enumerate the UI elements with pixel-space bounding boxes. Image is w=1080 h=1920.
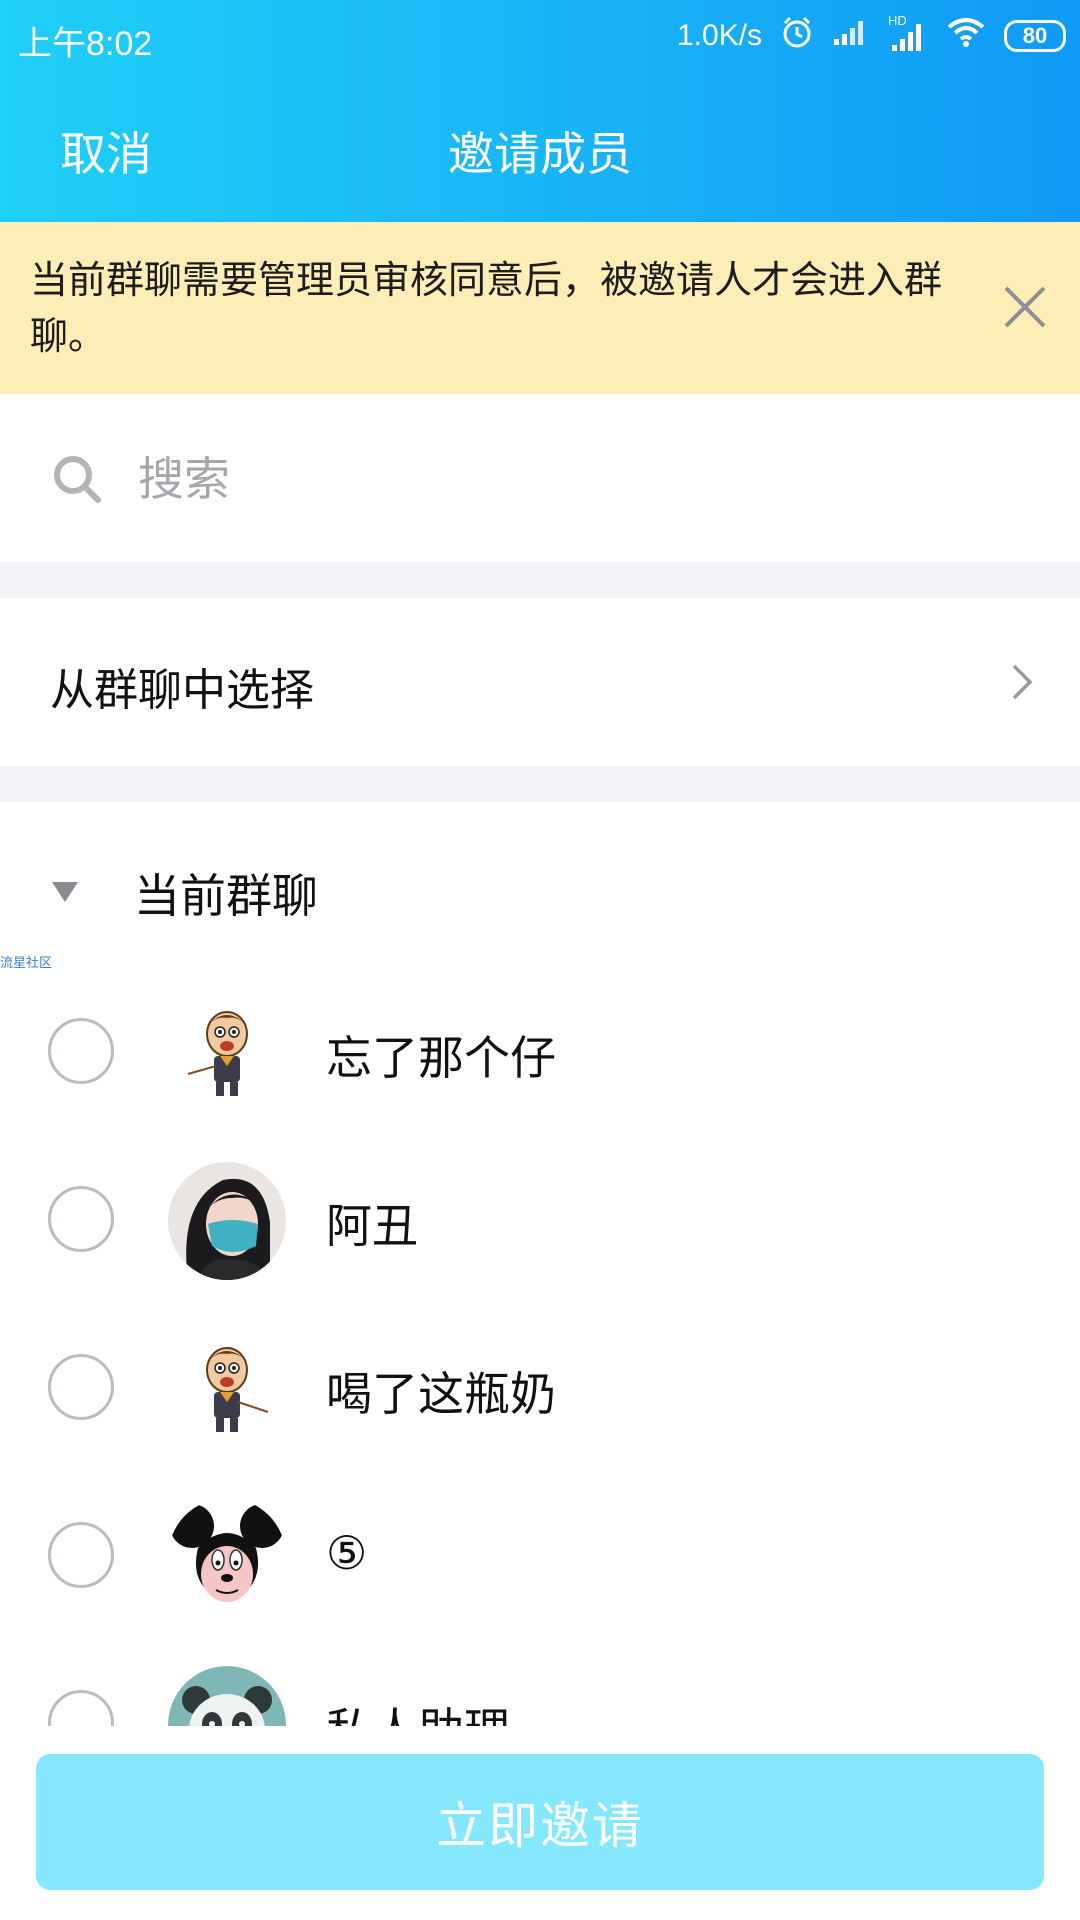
select-radio[interactable]	[48, 1018, 114, 1084]
battery-icon: 80	[1004, 20, 1066, 52]
avatar-cartoon-mouse-icon	[168, 1498, 286, 1616]
member-list: 忘了那个仔 阿丑 喝了这瓶奶 ⑤	[0, 970, 1080, 1726]
search-bar	[0, 394, 1080, 562]
alarm-icon	[780, 15, 814, 57]
bottom-action-bar: 立即邀请	[0, 1726, 1080, 1920]
member-name: 喝了这瓶奶	[326, 1367, 556, 1421]
network-speed: 1.0K/s	[676, 19, 762, 52]
search-input[interactable]	[138, 444, 1018, 514]
member-row[interactable]: 阿丑	[0, 1138, 1080, 1306]
status-bar: 上午8:02 1.0K/s HD 80	[0, 0, 1080, 72]
member-row[interactable]: 忘了那个仔	[0, 970, 1080, 1138]
invite-now-button[interactable]: 立即邀请	[36, 1754, 1044, 1890]
page-title: 邀请成员	[448, 127, 632, 181]
member-name: ⑤	[326, 1526, 368, 1580]
select-radio[interactable]	[48, 1354, 114, 1420]
member-name: 私人助理	[326, 1694, 510, 1726]
search-icon	[50, 452, 106, 508]
select-radio[interactable]	[48, 1690, 114, 1726]
current-group-title: 当前群聊	[134, 869, 318, 923]
member-row[interactable]: 私人助理	[0, 1642, 1080, 1726]
avatar-cartoon-panda-icon	[168, 1666, 286, 1726]
watermark-text: 流星社区	[0, 956, 53, 971]
signal-hd-icon: HD	[888, 13, 928, 53]
select-radio[interactable]	[48, 1186, 114, 1252]
notice-text: 当前群聊需要管理员审核同意后，被邀请人才会进入群聊。	[30, 258, 943, 358]
header-bar: 上午8:02 1.0K/s HD 80 取消 邀请成员	[0, 0, 1080, 222]
member-name: 忘了那个仔	[326, 1031, 556, 1085]
section-divider	[0, 766, 1080, 802]
current-group-header[interactable]: 当前群聊	[0, 802, 1080, 972]
avatar-photo-icon	[168, 1162, 286, 1280]
signal-icon	[832, 17, 870, 55]
status-icons: 1.0K/s HD 80	[676, 13, 1066, 58]
select-radio[interactable]	[48, 1522, 114, 1588]
member-row[interactable]: 喝了这瓶奶	[0, 1306, 1080, 1474]
collapse-triangle-icon	[52, 882, 78, 902]
member-name: 阿丑	[326, 1199, 418, 1253]
member-row[interactable]: ⑤	[0, 1474, 1080, 1642]
review-notice-banner: 当前群聊需要管理员审核同意后，被邀请人才会进入群聊。	[0, 222, 1080, 394]
chevron-right-icon	[1010, 662, 1034, 702]
avatar-cartoon-boy-icon	[168, 994, 286, 1112]
close-icon[interactable]	[1000, 282, 1050, 332]
select-from-group-row[interactable]: 从群聊中选择	[0, 598, 1080, 766]
section-divider	[0, 562, 1080, 598]
wifi-icon	[946, 16, 986, 56]
select-from-group-label: 从群聊中选择	[50, 665, 314, 716]
status-time: 上午8:02	[18, 25, 153, 63]
avatar-cartoon-boy-icon	[168, 1330, 286, 1448]
